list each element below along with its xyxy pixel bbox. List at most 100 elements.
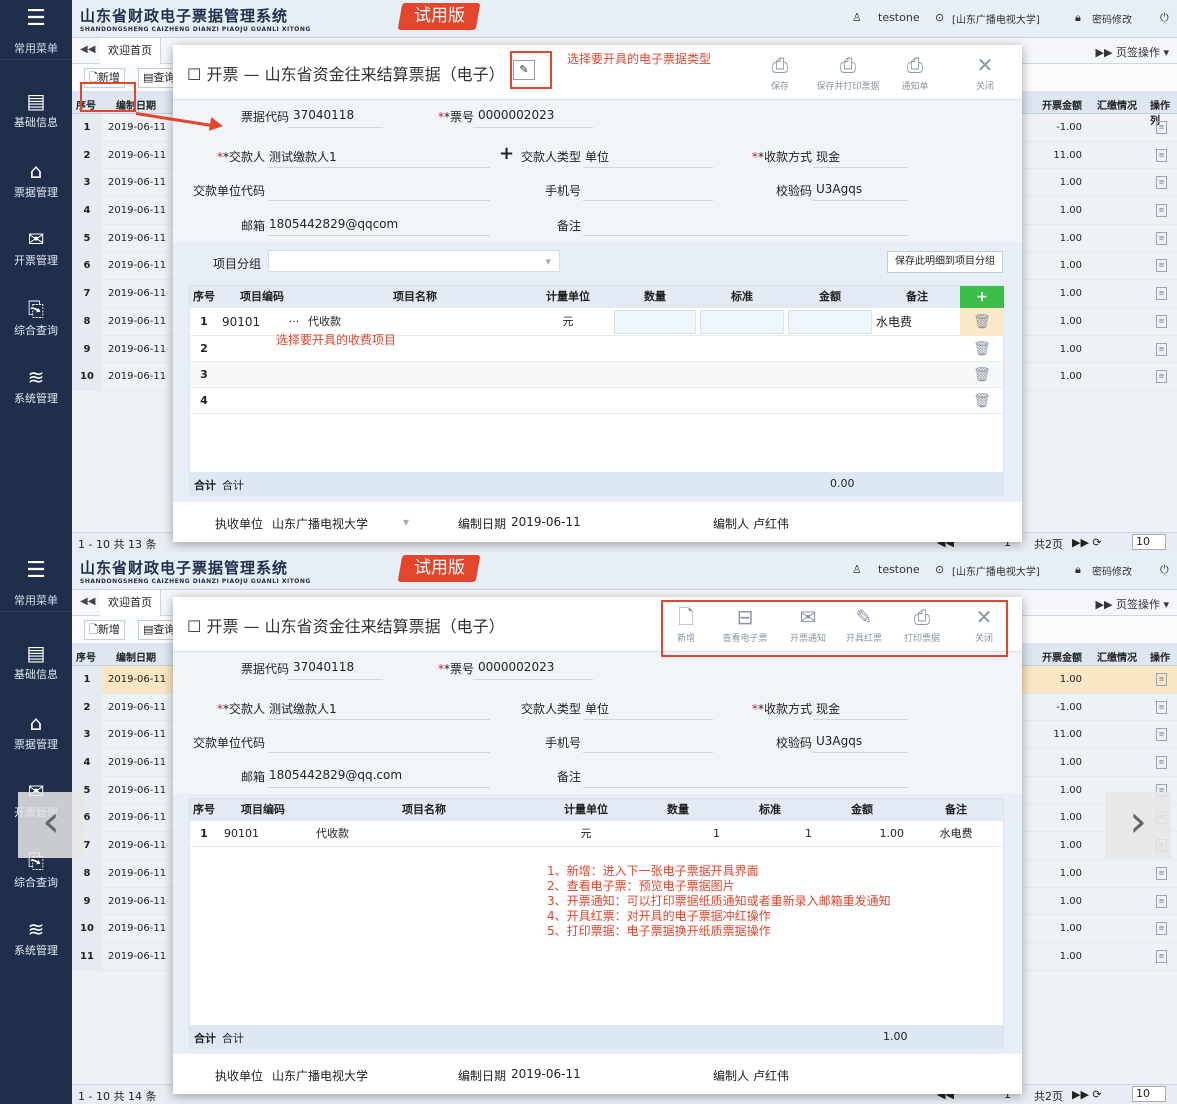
username[interactable]: testone [878, 563, 920, 576]
add-button[interactable]: 🗋新增 [84, 620, 125, 640]
menu-icon[interactable]: ☰ [0, 552, 72, 590]
save-print-button[interactable]: ⎙ 保存并打印票据 [813, 51, 883, 92]
check-code-field: U3Agqs [816, 182, 863, 196]
email-input[interactable]: 1805442829@qqcom [269, 217, 398, 231]
document-icon[interactable]: ≡ [1156, 949, 1167, 963]
sidebar-item-system[interactable]: ≋ 系统管理 [0, 364, 72, 406]
arrow-head [208, 117, 225, 133]
annotation-type: 选择要开具的电子票据类型 [567, 52, 712, 66]
tab-prev-icon[interactable]: ◀◀ [80, 44, 95, 55]
sidebar-item-system[interactable]: ≋ 系统管理 [0, 916, 72, 958]
row-number: 8 [72, 859, 102, 887]
change-password-link[interactable]: 密码修改 [1092, 11, 1132, 26]
more-icon[interactable]: ··· [284, 308, 304, 336]
item-row: 1 90101 ··· 代收款 元 水电费 🗑︎ [190, 308, 1004, 336]
pager-range: 1 - 10 共 14 条 [78, 1090, 157, 1103]
row-number: 7 [72, 280, 102, 307]
document-icon[interactable]: ≡ [1156, 728, 1167, 742]
payer-type-select[interactable]: 单位 [585, 150, 609, 164]
sidebar-item-issue-mgmt[interactable]: ✉开票管理 [0, 226, 72, 268]
username[interactable]: testone [878, 11, 920, 24]
change-password-link[interactable]: 密码修改 [1092, 563, 1132, 578]
dialog-title: ☐ 开票 — 山东省资金往来结算票据（电子） [187, 65, 505, 84]
document-icon[interactable]: ≡ [1156, 700, 1167, 714]
document-icon[interactable]: ≡ [1156, 231, 1167, 245]
pager-next-icon[interactable]: ▶▶ ⟳ [1072, 536, 1102, 549]
org-selector[interactable]: [山东广播电视大学] [952, 563, 1040, 578]
ticket-no-field: 0000002023 [478, 108, 555, 122]
qty-input[interactable] [614, 310, 696, 334]
document-icon[interactable]: ≡ [1156, 204, 1167, 218]
org-selector[interactable]: [山东广播电视大学] [952, 11, 1040, 26]
menu-icon[interactable]: ☰ [0, 0, 72, 38]
tab-welcome[interactable]: 欢迎首页 [100, 38, 161, 64]
group-select[interactable]: ▾ [268, 250, 560, 272]
sidebar-item-ticket-mgmt[interactable]: ⌂ 票据管理 [0, 710, 72, 752]
row-date: 2019-06-11 [108, 812, 167, 824]
document-icon[interactable]: ≡ [1156, 121, 1167, 134]
app-logo: 山东省财政电子票据管理系统 SHANDONGSHENG CAIZHENG DIA… [80, 557, 311, 585]
document-icon[interactable]: ≡ [1156, 287, 1167, 301]
document-icon[interactable]: ≡ [1156, 922, 1167, 936]
row-amount: 1.00 [1059, 895, 1082, 907]
document-icon[interactable]: ≡ [1156, 894, 1167, 908]
row-date: 2019-06-11 [108, 895, 167, 907]
trash-icon[interactable]: 🗑︎ [960, 362, 1004, 388]
add-row-plus-icon[interactable]: + [960, 286, 1004, 308]
document-icon[interactable]: ≡ [1156, 176, 1167, 190]
top-bar: ☰ 山东省财政电子票据管理系统 SHANDONGSHENG CAIZHENG D… [0, 0, 1177, 38]
document-icon[interactable]: ≡ [1156, 259, 1167, 273]
close-button[interactable]: ✕ 关闭 [958, 51, 1012, 92]
prev-slide-icon[interactable]: ‹ [18, 792, 84, 858]
document-icon[interactable]: ≡ [1156, 342, 1167, 356]
page-ops-menu[interactable]: ▶▶ 页签操作 ▾ [1096, 596, 1169, 612]
pager-size-select[interactable]: 10 [1132, 1086, 1166, 1102]
row-date: 2019-06-11 [108, 674, 167, 685]
row-amount: 11.00 [1053, 149, 1082, 161]
document-icon[interactable]: ≡ [1156, 314, 1167, 328]
document-icon[interactable]: ≡ [1156, 756, 1167, 770]
trash-icon[interactable]: 🗑︎ [960, 336, 1004, 362]
pay-method-field: 现金 [816, 702, 841, 716]
row-amount: 1.00 [1059, 177, 1082, 189]
sidebar-item-basic-info[interactable]: ▤ 基础信息 [0, 88, 72, 130]
sidebar-item-ticket-mgmt[interactable]: ⌂ 票据管理 [0, 158, 72, 200]
save-button[interactable]: ⎙ 保存 [753, 51, 807, 92]
item-remark-input[interactable]: 水电费 [876, 308, 958, 336]
sum-amount: 0.00 [830, 477, 855, 490]
pay-method-select[interactable]: 现金 [816, 150, 840, 164]
document-icon[interactable]: ≡ [1156, 370, 1167, 384]
sidebar-item-basic-info[interactable]: ▤ 基础信息 [0, 640, 72, 682]
sidebar-item-query[interactable]: ⎘ 综合查询 [0, 296, 72, 338]
plus-icon[interactable]: + [499, 143, 514, 164]
trial-badge: 试用版 [397, 555, 481, 582]
page-ops-menu[interactable]: ▶▶ 页签操作 ▾ [1096, 44, 1169, 60]
document-icon[interactable]: ≡ [1156, 673, 1167, 686]
row-amount: 1.00 [1059, 371, 1082, 383]
power-icon[interactable]: ⏻ [1160, 11, 1169, 25]
pager-next-icon[interactable]: ▶▶ ⟳ [1072, 1088, 1102, 1101]
payer-input[interactable]: 测试缴款人1 [269, 150, 337, 164]
save-group-button[interactable]: 保存此明细到项目分组 [887, 251, 1003, 273]
trash-icon[interactable]: 🗑︎ [960, 388, 1004, 414]
row-number: 2 [72, 141, 102, 169]
amount-input[interactable] [788, 310, 872, 334]
row-date: 2019-06-11 [108, 729, 167, 741]
std-input[interactable] [700, 310, 784, 334]
document-icon[interactable]: ≡ [1156, 148, 1167, 162]
pager-size-select[interactable]: 10 [1132, 534, 1166, 550]
power-icon[interactable]: ⏻ [1160, 563, 1169, 577]
row-date: 2019-06-11 [108, 343, 167, 355]
trash-icon[interactable]: 🗑︎ [960, 308, 1004, 336]
sidebar-title: 常用菜单 [0, 590, 72, 612]
next-slide-icon[interactable]: › [1105, 792, 1171, 858]
notice-button[interactable]: ⎙ 通知单 [888, 51, 942, 92]
tab-welcome[interactable]: 欢迎首页 [100, 590, 161, 616]
row-date: 2019-06-11 [108, 923, 167, 935]
app-subtitle: SHANDONGSHENG CAIZHENG DIANZI PIAOJU GUA… [80, 26, 311, 33]
collect-unit-select[interactable]: 山东广播电视大学 [272, 515, 368, 532]
row-number: 1 [72, 114, 102, 141]
tab-prev-icon[interactable]: ◀◀ [80, 596, 95, 607]
annotation-item: 选择要开具的收费项目 [276, 333, 397, 347]
document-icon[interactable]: ≡ [1156, 866, 1167, 880]
